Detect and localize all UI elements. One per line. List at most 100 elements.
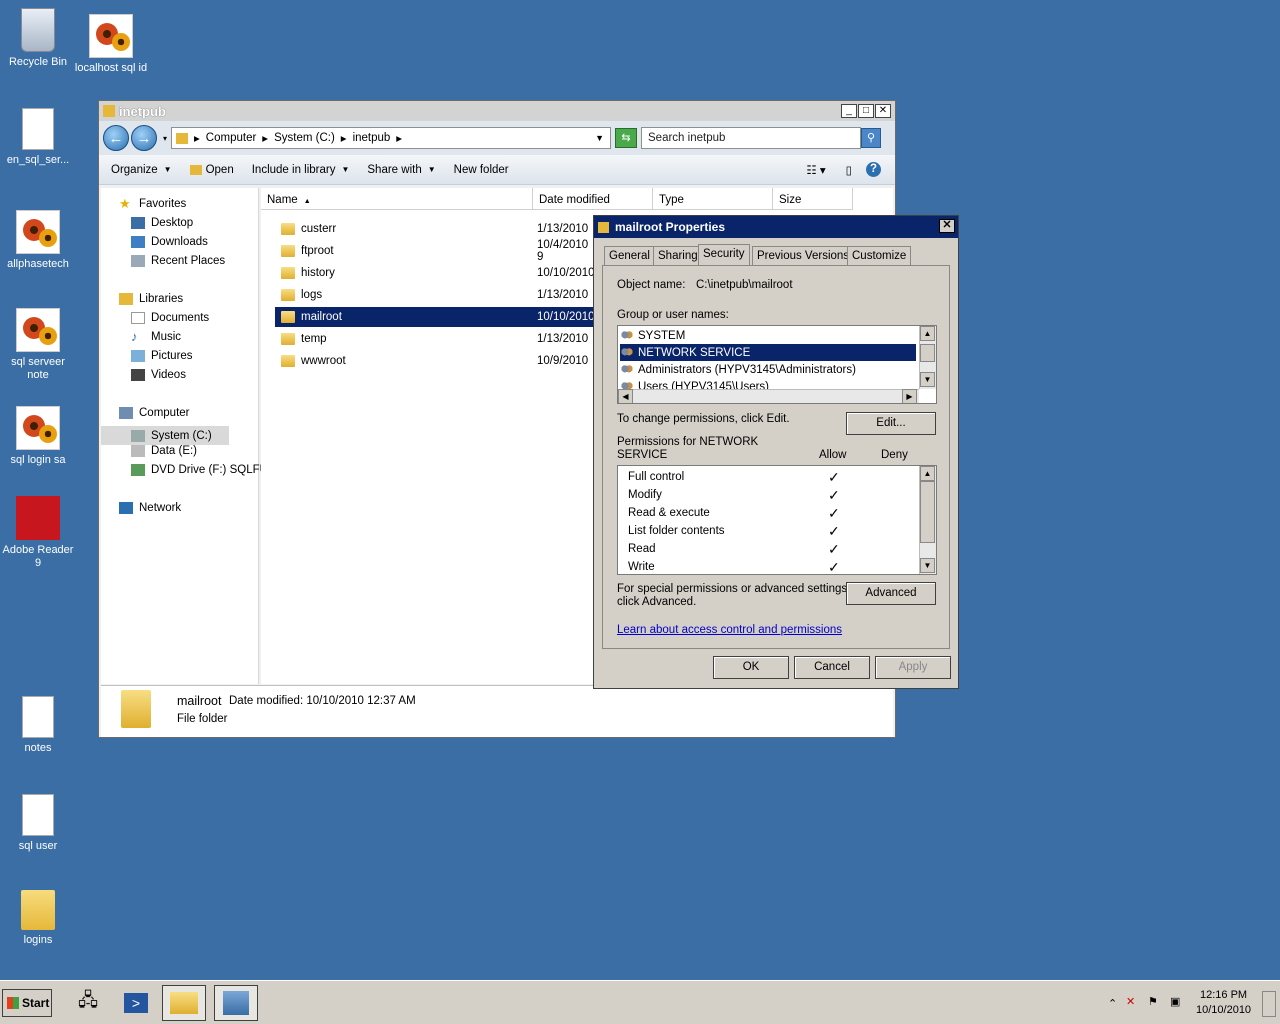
- start-button[interactable]: Start: [2, 989, 52, 1017]
- search-input[interactable]: Search inetpub: [641, 127, 862, 149]
- new-folder-button[interactable]: New folder: [454, 164, 509, 176]
- desktop-icon-sql-serveer-note[interactable]: sql serveer note: [0, 308, 76, 382]
- tab-previous-versions[interactable]: Previous Versions: [752, 246, 855, 265]
- security-panel: Object name: C:\inetpub\mailroot Group o…: [602, 265, 950, 649]
- nav-computer[interactable]: Computer: [119, 407, 190, 419]
- recent-pages-chevron-icon[interactable]: ▾: [163, 134, 167, 143]
- address-dropdown-icon[interactable]: ▼: [595, 133, 604, 143]
- network-tray-icon[interactable]: ▣: [1170, 995, 1180, 1008]
- nav-pictures[interactable]: Pictures: [131, 350, 193, 362]
- edit-button[interactable]: Edit...: [846, 412, 936, 435]
- user-item[interactable]: Administrators (HYPV3145\Administrators): [620, 361, 916, 378]
- action-center-flag-icon[interactable]: ⚑: [1148, 995, 1158, 1008]
- nav-desktop[interactable]: Desktop: [131, 217, 193, 229]
- desktop-icon-notes[interactable]: notes: [0, 696, 76, 755]
- nav-libraries[interactable]: Libraries: [119, 293, 183, 305]
- scroll-thumb[interactable]: [920, 344, 935, 362]
- scroll-up-icon[interactable]: ▲: [920, 466, 935, 481]
- properties-taskbar-button[interactable]: [214, 985, 258, 1021]
- open-button[interactable]: Open: [189, 164, 234, 176]
- preview-pane-icon[interactable]: ▯: [846, 163, 852, 177]
- nav-network[interactable]: Network: [119, 502, 181, 514]
- nav-downloads[interactable]: Downloads: [131, 236, 208, 248]
- column-header-size[interactable]: Size: [773, 188, 853, 210]
- explorer-titlebar[interactable]: inetpub _ □ ✕: [99, 101, 895, 121]
- show-desktop-button[interactable]: [1262, 991, 1276, 1017]
- file-row-selected[interactable]: mailroot 10/10/2010: [275, 307, 595, 327]
- powershell-button[interactable]: >: [114, 985, 158, 1021]
- minimize-button[interactable]: _: [841, 104, 857, 118]
- nav-favorites[interactable]: ★ Favorites: [119, 197, 186, 210]
- advanced-button[interactable]: Advanced: [846, 582, 936, 605]
- desktop-icon-logins[interactable]: logins: [0, 890, 76, 947]
- nav-data-e[interactable]: Data (E:): [131, 445, 197, 457]
- dialog-close-button[interactable]: ✕: [939, 219, 955, 233]
- file-row[interactable]: history 10/10/2010: [275, 263, 595, 283]
- scroll-down-icon[interactable]: ▼: [920, 558, 935, 573]
- user-list[interactable]: SYSTEM NETWORK SERVICE Administrators (H…: [617, 325, 937, 404]
- breadcrumb-inetpub[interactable]: inetpub: [353, 132, 391, 144]
- user-list-vscrollbar[interactable]: ▲ ▼: [919, 326, 936, 389]
- desktop-icon-sql-login-sa[interactable]: sql login sa: [0, 406, 76, 467]
- breadcrumb-system-c[interactable]: System (C:): [274, 132, 335, 144]
- desktop-icon-adobe-reader[interactable]: Adobe Reader 9: [0, 496, 76, 570]
- user-list-hscrollbar[interactable]: ◀ ▶: [618, 389, 919, 403]
- nav-system-c[interactable]: System (C:): [101, 426, 229, 445]
- learn-more-link[interactable]: Learn about access control and permissio…: [617, 624, 842, 636]
- address-bar[interactable]: ▸ Computer ▸ System (C:) ▸ inetpub ▸ ▼: [171, 127, 612, 149]
- organize-button[interactable]: Organize ▼: [111, 164, 172, 176]
- scroll-thumb[interactable]: [920, 481, 935, 543]
- maximize-button[interactable]: □: [858, 104, 874, 118]
- scroll-down-icon[interactable]: ▼: [920, 372, 935, 387]
- volume-muted-icon[interactable]: ✕: [1126, 995, 1135, 1008]
- scroll-right-icon[interactable]: ▶: [902, 389, 917, 403]
- special-permissions-text-2: click Advanced.: [617, 596, 697, 608]
- column-header-date[interactable]: Date modified: [533, 188, 653, 210]
- dialog-titlebar[interactable]: mailroot Properties ✕: [594, 216, 958, 238]
- file-row[interactable]: temp 1/13/2010: [275, 329, 593, 349]
- scroll-left-icon[interactable]: ◀: [618, 389, 633, 403]
- file-row[interactable]: logs 1/13/2010: [275, 285, 593, 305]
- share-with-button[interactable]: Share with ▼: [367, 164, 435, 176]
- help-icon[interactable]: ?: [866, 162, 881, 177]
- apply-button[interactable]: Apply: [875, 656, 951, 679]
- permissions-scrollbar[interactable]: ▲ ▼: [919, 466, 936, 574]
- column-header-type[interactable]: Type: [653, 188, 773, 210]
- tab-sharing[interactable]: Sharing: [653, 246, 703, 265]
- clock-date[interactable]: 10/10/2010: [1196, 1004, 1251, 1016]
- file-row[interactable]: wwwroot 10/9/2010: [275, 351, 593, 371]
- nav-documents[interactable]: Documents: [131, 312, 209, 324]
- desktop-icon-allphasetech[interactable]: allphasetech: [0, 210, 76, 271]
- clock-time[interactable]: 12:16 PM: [1200, 989, 1247, 1001]
- search-icon[interactable]: ⚲: [861, 128, 882, 148]
- nav-music[interactable]: ♪ Music: [131, 330, 181, 343]
- include-in-library-button[interactable]: Include in library ▼: [252, 164, 350, 176]
- refresh-button[interactable]: ⇆: [615, 128, 638, 148]
- back-button[interactable]: ←: [103, 125, 129, 151]
- breadcrumb-computer[interactable]: Computer: [206, 132, 257, 144]
- desktop-icon-en-sql-ser[interactable]: en_sql_ser...: [0, 108, 76, 167]
- show-hidden-icons-icon[interactable]: ⌃: [1108, 997, 1117, 1010]
- desktop-icon-recycle-bin[interactable]: Recycle Bin: [0, 8, 76, 69]
- tab-customize[interactable]: Customize: [847, 246, 912, 265]
- cancel-button[interactable]: Cancel: [794, 656, 870, 679]
- forward-button[interactable]: →: [131, 125, 157, 151]
- explorer-taskbar-button[interactable]: [162, 985, 206, 1021]
- server-manager-button[interactable]: 🖧: [66, 985, 110, 1021]
- desktop-icon-localhost-sql-id[interactable]: localhost sql id: [73, 14, 149, 75]
- view-options-icon[interactable]: ☷ ▾: [806, 163, 825, 177]
- column-header-name[interactable]: Name ▲: [261, 188, 533, 210]
- nav-recent-places[interactable]: Recent Places: [131, 255, 225, 267]
- desktop-icon-sql-user[interactable]: sql user: [0, 794, 76, 853]
- nav-videos[interactable]: Videos: [131, 369, 186, 381]
- user-item-selected[interactable]: NETWORK SERVICE: [620, 344, 916, 361]
- file-row[interactable]: custerr 1/13/2010: [275, 219, 593, 239]
- file-row[interactable]: ftproot 10/4/2010 9: [275, 239, 593, 263]
- ok-button[interactable]: OK: [713, 656, 789, 679]
- scroll-up-icon[interactable]: ▲: [920, 326, 935, 341]
- tab-general[interactable]: General: [604, 246, 655, 265]
- close-button[interactable]: ✕: [875, 104, 891, 118]
- user-item[interactable]: SYSTEM: [620, 327, 916, 344]
- tab-security[interactable]: Security: [698, 244, 750, 265]
- nav-dvd-drive[interactable]: DVD Drive (F:) SQLFUL: [131, 464, 274, 476]
